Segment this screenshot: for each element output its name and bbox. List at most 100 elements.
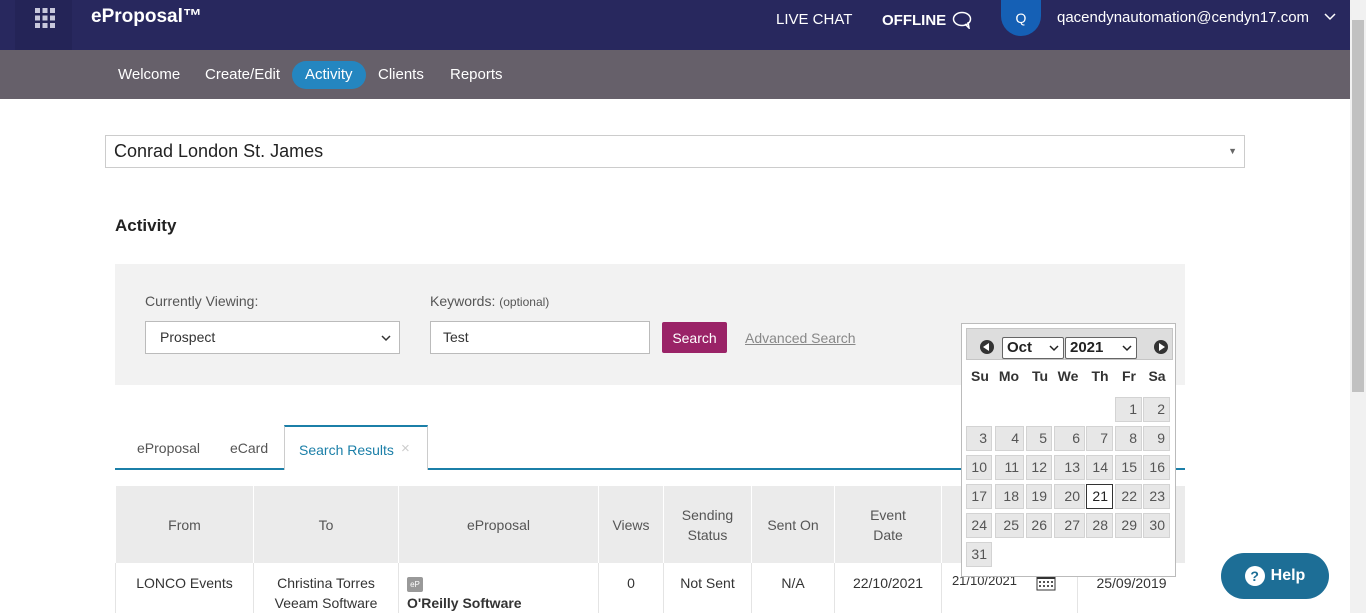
day-cell[interactable]: 26 (1026, 513, 1052, 538)
day-cell[interactable]: 1 (1115, 397, 1142, 422)
day-cell[interactable]: 23 (1143, 484, 1170, 509)
viewing-label: Currently Viewing: (145, 293, 259, 309)
day-cell[interactable]: 28 (1086, 513, 1113, 538)
caret-down-icon: ▼ (1228, 146, 1237, 156)
col-to[interactable]: To (253, 486, 398, 563)
keywords-optional: (optional) (499, 295, 550, 309)
col-sent-on[interactable]: Sent On (751, 486, 834, 563)
day-cell[interactable]: 19 (1026, 484, 1052, 509)
viewing-select-value: Prospect (160, 329, 216, 345)
day-cell[interactable]: 8 (1115, 426, 1142, 451)
weekday-header: Sa (1148, 368, 1166, 384)
next-month-icon[interactable] (1154, 340, 1168, 354)
offline-label: OFFLINE (882, 11, 947, 29)
grid-icon (35, 8, 55, 28)
cell-event-date: 22/10/2021 (834, 563, 941, 613)
weekday-header: Mo (998, 368, 1020, 384)
property-select[interactable]: Conrad London St. James ▼ (105, 135, 1245, 168)
day-cell[interactable]: 30 (1143, 513, 1170, 538)
day-cell[interactable]: 3 (966, 426, 992, 451)
day-cell[interactable]: 12 (1026, 455, 1052, 480)
chat-bubble-icon (952, 11, 972, 29)
day-cell[interactable]: 18 (995, 484, 1024, 509)
nav-reports[interactable]: Reports (437, 61, 516, 89)
datepicker-header: Oct 2021 (966, 328, 1173, 360)
day-cell[interactable]: 9 (1143, 426, 1170, 451)
col-from[interactable]: From (115, 486, 253, 563)
year-select[interactable]: 2021 (1065, 337, 1137, 359)
day-cell[interactable]: 31 (966, 542, 992, 567)
month-select-value: Oct (1007, 339, 1033, 356)
avatar[interactable]: Q (1001, 0, 1041, 36)
cell-views: 0 (598, 563, 663, 613)
tab-ecard[interactable]: eCard (230, 440, 268, 456)
advanced-search-link[interactable]: Advanced Search (745, 330, 856, 346)
day-cell[interactable]: 15 (1115, 455, 1142, 480)
calendar-icon[interactable] (1036, 575, 1056, 591)
close-icon[interactable]: × (401, 440, 410, 457)
day-cell[interactable]: 7 (1086, 426, 1113, 451)
day-cell[interactable]: 29 (1115, 513, 1142, 538)
col-sending-status[interactable]: Sending Status (663, 486, 751, 563)
nav-welcome[interactable]: Welcome (105, 61, 193, 89)
page-title: Activity (115, 216, 177, 235)
day-cell[interactable]: 6 (1054, 426, 1085, 451)
user-email[interactable]: qacendynautomation@cendyn17.com (1057, 9, 1309, 26)
chevron-down-icon (1122, 345, 1132, 352)
day-cell[interactable]: 21 (1086, 484, 1113, 509)
help-label: Help (1270, 567, 1306, 584)
chevron-down-icon[interactable] (1324, 13, 1336, 21)
day-cell[interactable]: 22 (1115, 484, 1142, 509)
day-cell[interactable]: 14 (1086, 455, 1113, 480)
app-grid-button[interactable] (15, 0, 72, 50)
property-select-value: Conrad London St. James (114, 141, 324, 161)
tab-eproposal[interactable]: eProposal (137, 440, 200, 456)
help-icon: ? (1244, 566, 1265, 586)
search-button[interactable]: Search (662, 322, 727, 353)
col-views[interactable]: Views (598, 486, 663, 563)
day-cell[interactable]: 17 (966, 484, 992, 509)
live-chat-link[interactable]: LIVE CHAT (776, 11, 852, 28)
chevron-down-icon (1049, 345, 1059, 352)
day-cell[interactable]: 4 (995, 426, 1024, 451)
cell-to: Christina Torres Veeam Software (253, 563, 398, 613)
cell-sent-on: N/A (751, 563, 834, 613)
day-cell[interactable]: 25 (995, 513, 1024, 538)
keywords-input[interactable]: Test (430, 321, 650, 354)
nav-create-edit[interactable]: Create/Edit (192, 61, 293, 89)
cell-eproposal-name[interactable]: O'Reilly Software (407, 593, 598, 613)
cell-status: Not Sent (663, 563, 751, 613)
day-cell[interactable]: 2 (1143, 397, 1170, 422)
help-button[interactable]: ? Help (1221, 553, 1329, 599)
viewing-select[interactable]: Prospect (145, 321, 400, 354)
weekday-header: Fr (1122, 368, 1136, 384)
weekday-header: We (1057, 368, 1079, 384)
day-cell[interactable]: 24 (966, 513, 992, 538)
year-select-value: 2021 (1070, 339, 1104, 356)
nav-clients[interactable]: Clients (365, 61, 437, 89)
brand-logo[interactable]: eProposal™ (91, 6, 202, 28)
weekday-header: Su (971, 368, 989, 384)
offline-status[interactable]: OFFLINE (882, 11, 972, 29)
cell-to-name: Christina Torres (277, 575, 375, 591)
prev-month-icon[interactable] (980, 340, 994, 354)
chevron-down-icon (381, 335, 391, 342)
day-cell[interactable]: 20 (1054, 484, 1085, 509)
day-cell[interactable]: 5 (1026, 426, 1052, 451)
keywords-label: Keywords: (430, 293, 496, 309)
day-cell[interactable]: 27 (1054, 513, 1085, 538)
tab-search-results[interactable]: Search Results × (284, 425, 428, 470)
scrollbar-thumb[interactable] (1352, 20, 1364, 392)
month-select[interactable]: Oct (1002, 337, 1064, 359)
day-cell[interactable]: 16 (1143, 455, 1170, 480)
col-event-date[interactable]: Event Date (834, 486, 941, 563)
col-eproposal[interactable]: eProposal (398, 486, 598, 563)
day-cell[interactable]: 11 (995, 455, 1024, 480)
day-cell[interactable]: 13 (1054, 455, 1085, 480)
keywords-label-group: Keywords: (optional) (430, 293, 549, 309)
cell-eproposal: eP O'Reilly Software (398, 563, 598, 613)
eproposal-badge-icon: eP (407, 576, 423, 592)
nav-activity[interactable]: Activity (292, 61, 366, 89)
cell-to-company: Veeam Software (274, 595, 378, 611)
day-cell[interactable]: 10 (966, 455, 992, 480)
